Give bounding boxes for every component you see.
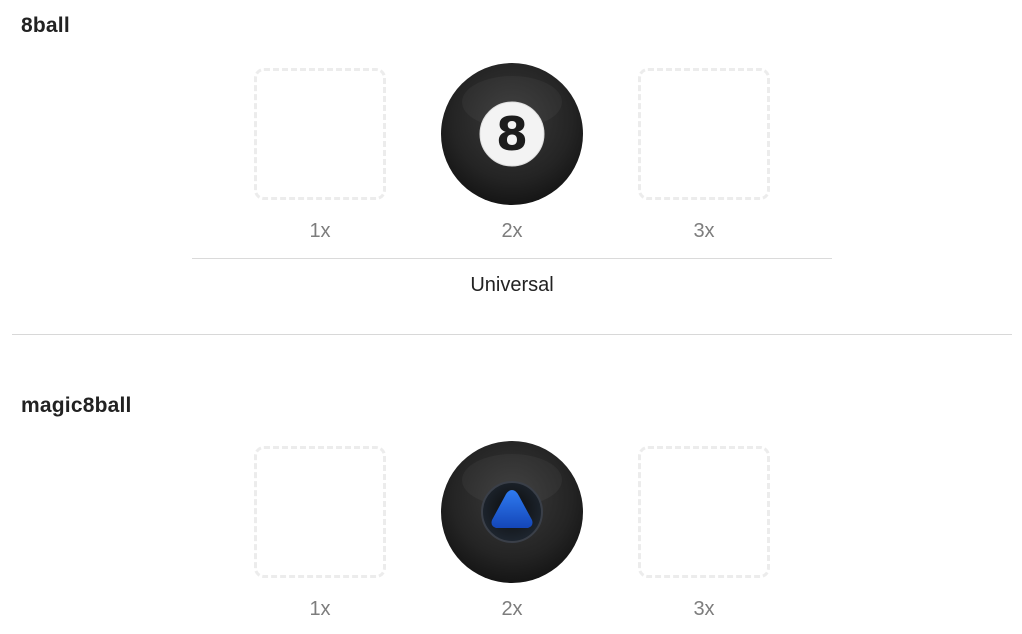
asset-set-title: 8ball (21, 14, 70, 37)
eight-ball-icon: 8 (441, 63, 583, 205)
asset-set-magic8ball[interactable]: magic8ball 1x 2x 3x (0, 380, 1022, 634)
slot-2x-filled[interactable] (441, 441, 583, 583)
slot-label-1x: 1x (309, 598, 331, 620)
svg-text:8: 8 (496, 107, 528, 161)
magic-eight-ball-icon (441, 441, 583, 583)
asset-set-8ball[interactable]: 8ball 1x 8 2x 3x Universal (0, 0, 1022, 330)
section-divider (12, 334, 1012, 335)
device-group-divider (192, 258, 832, 259)
slot-1x-empty[interactable] (254, 446, 386, 578)
slot-3x-empty[interactable] (638, 446, 770, 578)
device-group-label: Universal (470, 274, 554, 296)
slot-label-3x: 3x (693, 598, 715, 620)
asset-set-title: magic8ball (21, 394, 132, 417)
slot-label-1x: 1x (309, 220, 331, 242)
slot-label-2x: 2x (501, 220, 523, 242)
slot-label-2x: 2x (501, 598, 523, 620)
slot-1x-empty[interactable] (254, 68, 386, 200)
slot-label-3x: 3x (693, 220, 715, 242)
slot-3x-empty[interactable] (638, 68, 770, 200)
slot-2x-filled[interactable]: 8 (441, 63, 583, 205)
